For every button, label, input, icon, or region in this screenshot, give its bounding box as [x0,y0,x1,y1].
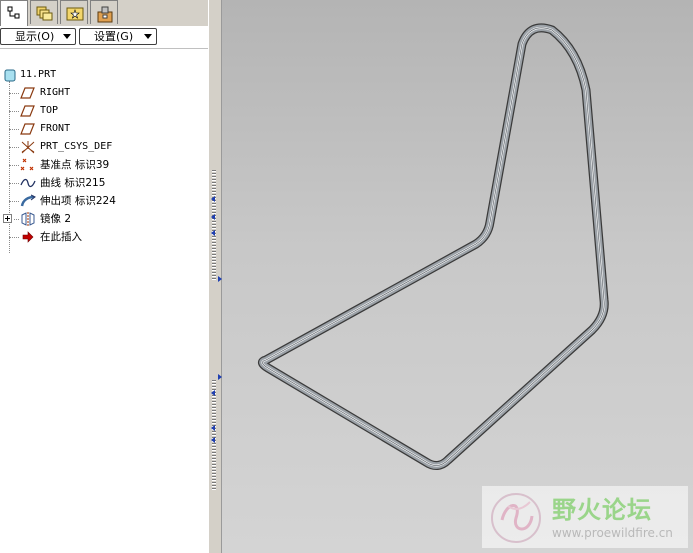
show-dropdown-label: 显示(O) [15,30,55,43]
tree-item-front[interactable]: FRONT [0,120,208,138]
navigator-toolbar: 显示(O) 设置(G) [0,26,208,49]
chevron-down-icon [63,34,71,39]
collapse-left-icon[interactable] [211,437,215,443]
datum-plane-icon [20,87,35,99]
panel-splitter[interactable] [208,0,222,553]
collapse-left-icon[interactable] [211,230,215,236]
tree-item-protrusion[interactable]: 伸出项 标识224 [0,192,208,210]
tree-item-csys[interactable]: PRT_CSYS_DEF [0,138,208,156]
tree-item-label: 在此插入 [40,231,82,243]
collapse-left-icon[interactable] [211,214,215,220]
mirror-icon [21,212,35,226]
datum-plane-icon [20,123,35,135]
tree-item-datum-point[interactable]: 基准点 标识39 [0,156,208,174]
tab-folder-browser[interactable] [30,0,58,24]
watermark-url: www.proewildfire.cn [552,526,673,540]
datum-point-icon [20,158,34,171]
tree-item-label: TOP [40,105,59,116]
datum-plane-icon [20,105,35,117]
tab-favorites[interactable] [60,0,88,24]
collapse-left-icon[interactable] [211,196,215,202]
tree-item-mirror[interactable]: 镜像 2 [0,210,208,228]
splitter-grip[interactable] [212,380,216,490]
expand-plus-icon[interactable] [3,214,13,224]
splitter-grip[interactable] [212,170,216,280]
model-tree-icon [7,6,20,19]
tree-item-label: 曲线 标识215 [40,177,106,189]
insert-here-arrow-icon [22,231,34,243]
collapse-left-icon[interactable] [211,390,215,396]
sweep-icon [20,194,36,207]
favorites-icon [66,7,84,21]
watermark: 野火论坛 www.proewildfire.cn [482,486,688,548]
connections-icon [97,6,113,23]
curve-icon [20,178,36,188]
show-dropdown-button[interactable]: 显示(O) [0,28,76,45]
tree-item-label: 镜像 2 [40,213,72,225]
settings-dropdown-button[interactable]: 设置(G) [79,28,157,45]
tree-item-label: RIGHT [40,87,71,98]
tree-item-insert-here[interactable]: 在此插入 [0,228,208,246]
csys-icon [21,141,35,154]
part-icon [4,69,16,82]
watermark-title: 野火论坛 [552,496,652,524]
tree-item-label: 基准点 标识39 [40,159,110,171]
tab-connections[interactable] [90,0,118,24]
tree-item-label: PRT_CSYS_DEF [40,141,113,152]
navigator-panel: 显示(O) 设置(G) 11.PRT RIGHT TOP FRONT PRT_C… [0,0,209,553]
tree-item-curve[interactable]: 曲线 标识215 [0,174,208,192]
tree-item-right[interactable]: RIGHT [0,84,208,102]
tab-model-tree[interactable] [0,0,28,26]
tree-item-top[interactable]: TOP [0,102,208,120]
collapse-left-icon[interactable] [211,425,215,431]
tree-root-item[interactable]: 11.PRT [0,66,208,84]
chevron-down-icon [144,34,152,39]
tree-root-label: 11.PRT [20,69,57,80]
tree-item-label: FRONT [40,123,71,134]
folder-browser-icon [36,6,53,21]
navigator-tab-strip [0,0,208,27]
settings-dropdown-label: 设置(G) [94,30,134,43]
tree-item-label: 伸出项 标识224 [40,195,116,207]
watermark-logo-icon [491,493,541,543]
wire-frame-model[interactable] [222,0,693,553]
graphics-viewport[interactable] [222,0,693,553]
